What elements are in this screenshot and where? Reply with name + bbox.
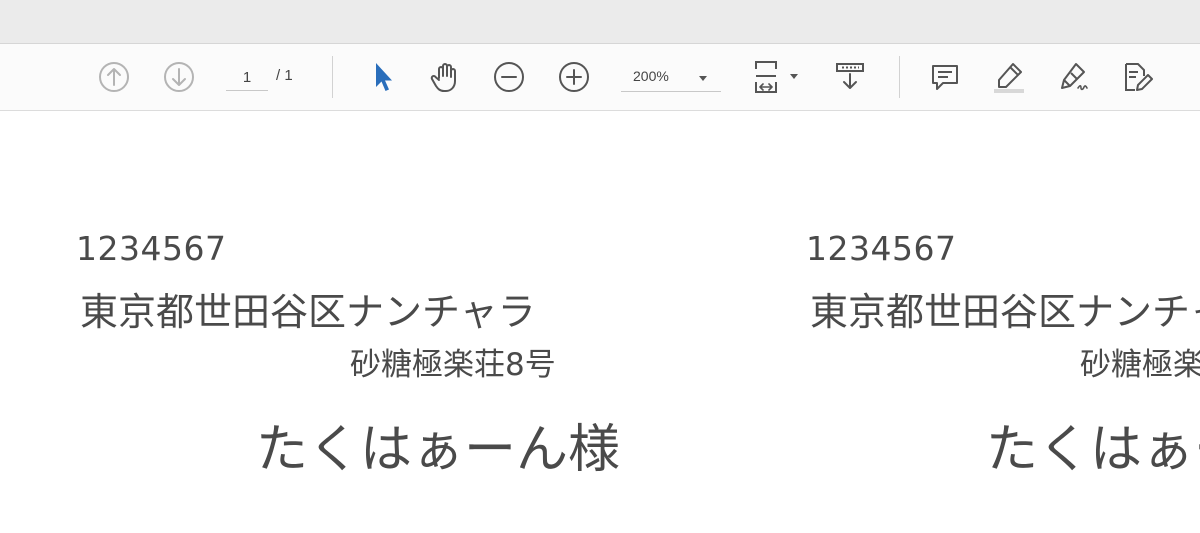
- select-tool-button[interactable]: [362, 58, 400, 96]
- zoom-level-select[interactable]: 200%: [621, 63, 721, 92]
- toolbar-divider: [332, 56, 333, 98]
- hand-tool-button[interactable]: [426, 58, 464, 96]
- highlight-pen-icon: [994, 63, 1024, 93]
- sign-pen-icon: [1061, 63, 1088, 91]
- postal-code: 1234567: [806, 229, 957, 268]
- fit-page-dropdown-icon[interactable]: [790, 74, 798, 79]
- recipient-name: たくはぁーん様: [256, 420, 621, 480]
- arrow-up-circle-icon: [99, 62, 129, 92]
- address-label: 1234567 東京都世田谷区ナンチャラ 砂糖極楽荘8号 たくはぁーん様: [76, 111, 716, 533]
- address-line-1: 東京都世田谷区ナンチャラ: [80, 290, 536, 334]
- arrow-down-circle-icon: [164, 62, 194, 92]
- scroll-mode-icon: [836, 63, 864, 89]
- recipient-name: たくはぁーん様: [986, 420, 1200, 480]
- toolbar-divider: [899, 56, 900, 98]
- viewer-toolbar: / 1 200%: [0, 44, 1200, 111]
- fill-sign-icon: [1125, 63, 1153, 91]
- sign-button[interactable]: [1055, 58, 1093, 96]
- document-view[interactable]: 1234567 東京都世田谷区ナンチャラ 砂糖極楽荘8号 たくはぁーん様 123…: [0, 111, 1200, 533]
- comment-icon: [932, 65, 958, 90]
- scroll-mode-button[interactable]: [831, 58, 869, 96]
- page-number-input[interactable]: [226, 64, 268, 91]
- address-line-2: 砂糖極楽荘8号: [1080, 347, 1200, 383]
- address-line-1: 東京都世田谷区ナンチャラ: [810, 290, 1200, 334]
- hand-icon: [430, 63, 456, 92]
- highlight-button[interactable]: [990, 58, 1028, 96]
- postal-code: 1234567: [76, 229, 227, 268]
- page-total: / 1: [276, 67, 293, 84]
- fit-page-button[interactable]: [748, 58, 786, 96]
- address-line-2: 砂糖極楽荘8号: [350, 347, 556, 383]
- zoom-level-value: 200%: [633, 68, 669, 84]
- pointer-arrow-icon: [376, 63, 392, 91]
- address-label: 1234567 東京都世田谷区ナンチャラ 砂糖極楽荘8号 たくはぁーん様: [806, 111, 1200, 533]
- fill-sign-button[interactable]: [1119, 58, 1157, 96]
- fit-page-icon: [755, 61, 777, 93]
- next-page-button[interactable]: [160, 58, 198, 96]
- plus-circle-icon: [559, 62, 589, 92]
- minus-circle-icon: [494, 62, 524, 92]
- window-title-bar: [0, 0, 1200, 44]
- comment-button[interactable]: [926, 58, 964, 96]
- zoom-in-button[interactable]: [555, 58, 593, 96]
- previous-page-button[interactable]: [95, 58, 133, 96]
- chevron-down-icon: [699, 76, 707, 81]
- zoom-out-button[interactable]: [490, 58, 528, 96]
